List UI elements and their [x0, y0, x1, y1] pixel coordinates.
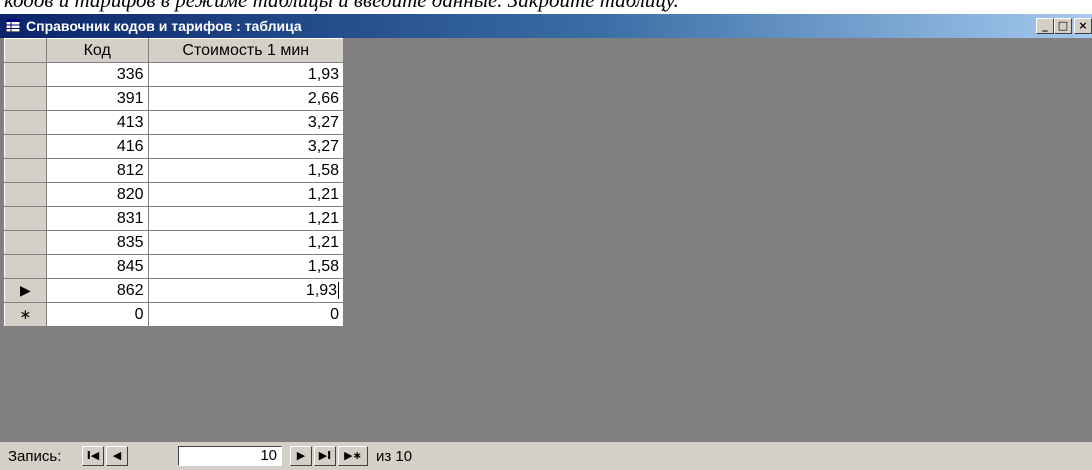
header-row: Код Стоимость 1 мин [4, 38, 345, 63]
code-cell[interactable]: 862 [45, 278, 149, 303]
cost-cell[interactable]: 2,66 [147, 86, 345, 111]
code-cell[interactable]: 391 [45, 86, 149, 111]
code-cell[interactable]: 831 [45, 206, 149, 231]
cost-cell[interactable]: 3,27 [147, 134, 345, 159]
table-row-current: ▶ 862 1,93 [4, 278, 345, 303]
cost-cell[interactable]: 1,93 [147, 62, 345, 87]
maximize-button[interactable]: □ [1054, 18, 1072, 34]
cost-cell[interactable]: 3,27 [147, 110, 345, 135]
cost-cell-new[interactable]: 0 [147, 302, 345, 327]
cost-cell[interactable]: 1,58 [147, 158, 345, 183]
select-all-corner[interactable] [4, 38, 47, 63]
cost-cell[interactable]: 1,21 [147, 230, 345, 255]
table-row: 336 1,93 [4, 62, 345, 87]
cost-cell[interactable]: 1,21 [147, 206, 345, 231]
table-row: 820 1,21 [4, 182, 345, 207]
code-cell[interactable]: 413 [45, 110, 149, 135]
table-row: 831 1,21 [4, 206, 345, 231]
new-record-row: ∗ 0 0 [4, 302, 345, 327]
last-record-button[interactable]: ▶I [314, 446, 336, 466]
title-bar[interactable]: Справочник кодов и тарифов : таблица _ □… [0, 14, 1092, 38]
row-selector[interactable] [4, 134, 47, 159]
row-selector[interactable] [4, 62, 47, 87]
column-header-cost[interactable]: Стоимость 1 мин [147, 38, 345, 63]
cost-cell-editing[interactable]: 1,93 [147, 278, 345, 303]
cost-cell[interactable]: 1,58 [147, 254, 345, 279]
row-selector[interactable] [4, 158, 47, 183]
row-selector[interactable] [4, 86, 47, 111]
new-record-button[interactable]: ▶∗ [338, 446, 368, 466]
row-selector[interactable] [4, 254, 47, 279]
row-selector[interactable] [4, 230, 47, 255]
table-row: 845 1,58 [4, 254, 345, 279]
row-selector[interactable] [4, 110, 47, 135]
record-navigation-bar: Запись: I◀ ◀ 10 ▶ ▶I ▶∗ из 10 [0, 442, 1092, 470]
table-window: Справочник кодов и тарифов : таблица _ □… [0, 14, 1092, 470]
previous-record-button[interactable]: ◀ [106, 446, 128, 466]
new-record-indicator[interactable]: ∗ [4, 302, 47, 327]
close-button[interactable]: × [1074, 18, 1092, 34]
datasheet-icon [6, 19, 20, 32]
row-selector[interactable] [4, 182, 47, 207]
record-label: Запись: [8, 448, 62, 465]
document-text-fragment: кодов и тарифов в режиме таблицы и введи… [4, 0, 679, 12]
first-record-button[interactable]: I◀ [82, 446, 104, 466]
code-cell[interactable]: 835 [45, 230, 149, 255]
table-row: 413 3,27 [4, 110, 345, 135]
minimize-button[interactable]: _ [1036, 18, 1054, 34]
record-count: из 10 [376, 448, 413, 465]
column-header-code[interactable]: Код [45, 38, 149, 63]
table-row: 391 2,66 [4, 86, 345, 111]
current-record-indicator[interactable]: ▶ [4, 278, 47, 303]
datasheet-grid: Код Стоимость 1 мин 336 1,93 391 2,66 41… [4, 38, 345, 327]
code-cell[interactable]: 416 [45, 134, 149, 159]
table-row: 416 3,27 [4, 134, 345, 159]
window-title: Справочник кодов и тарифов : таблица [26, 18, 302, 34]
code-cell[interactable]: 336 [45, 62, 149, 87]
code-cell-new[interactable]: 0 [45, 302, 149, 327]
record-number-field[interactable]: 10 [178, 446, 282, 466]
code-cell[interactable]: 845 [45, 254, 149, 279]
text-caret: 1,93 [305, 281, 339, 299]
code-cell[interactable]: 812 [45, 158, 149, 183]
cost-cell[interactable]: 1,21 [147, 182, 345, 207]
next-record-button[interactable]: ▶ [290, 446, 312, 466]
row-selector[interactable] [4, 206, 47, 231]
table-row: 835 1,21 [4, 230, 345, 255]
table-row: 812 1,58 [4, 158, 345, 183]
code-cell[interactable]: 820 [45, 182, 149, 207]
